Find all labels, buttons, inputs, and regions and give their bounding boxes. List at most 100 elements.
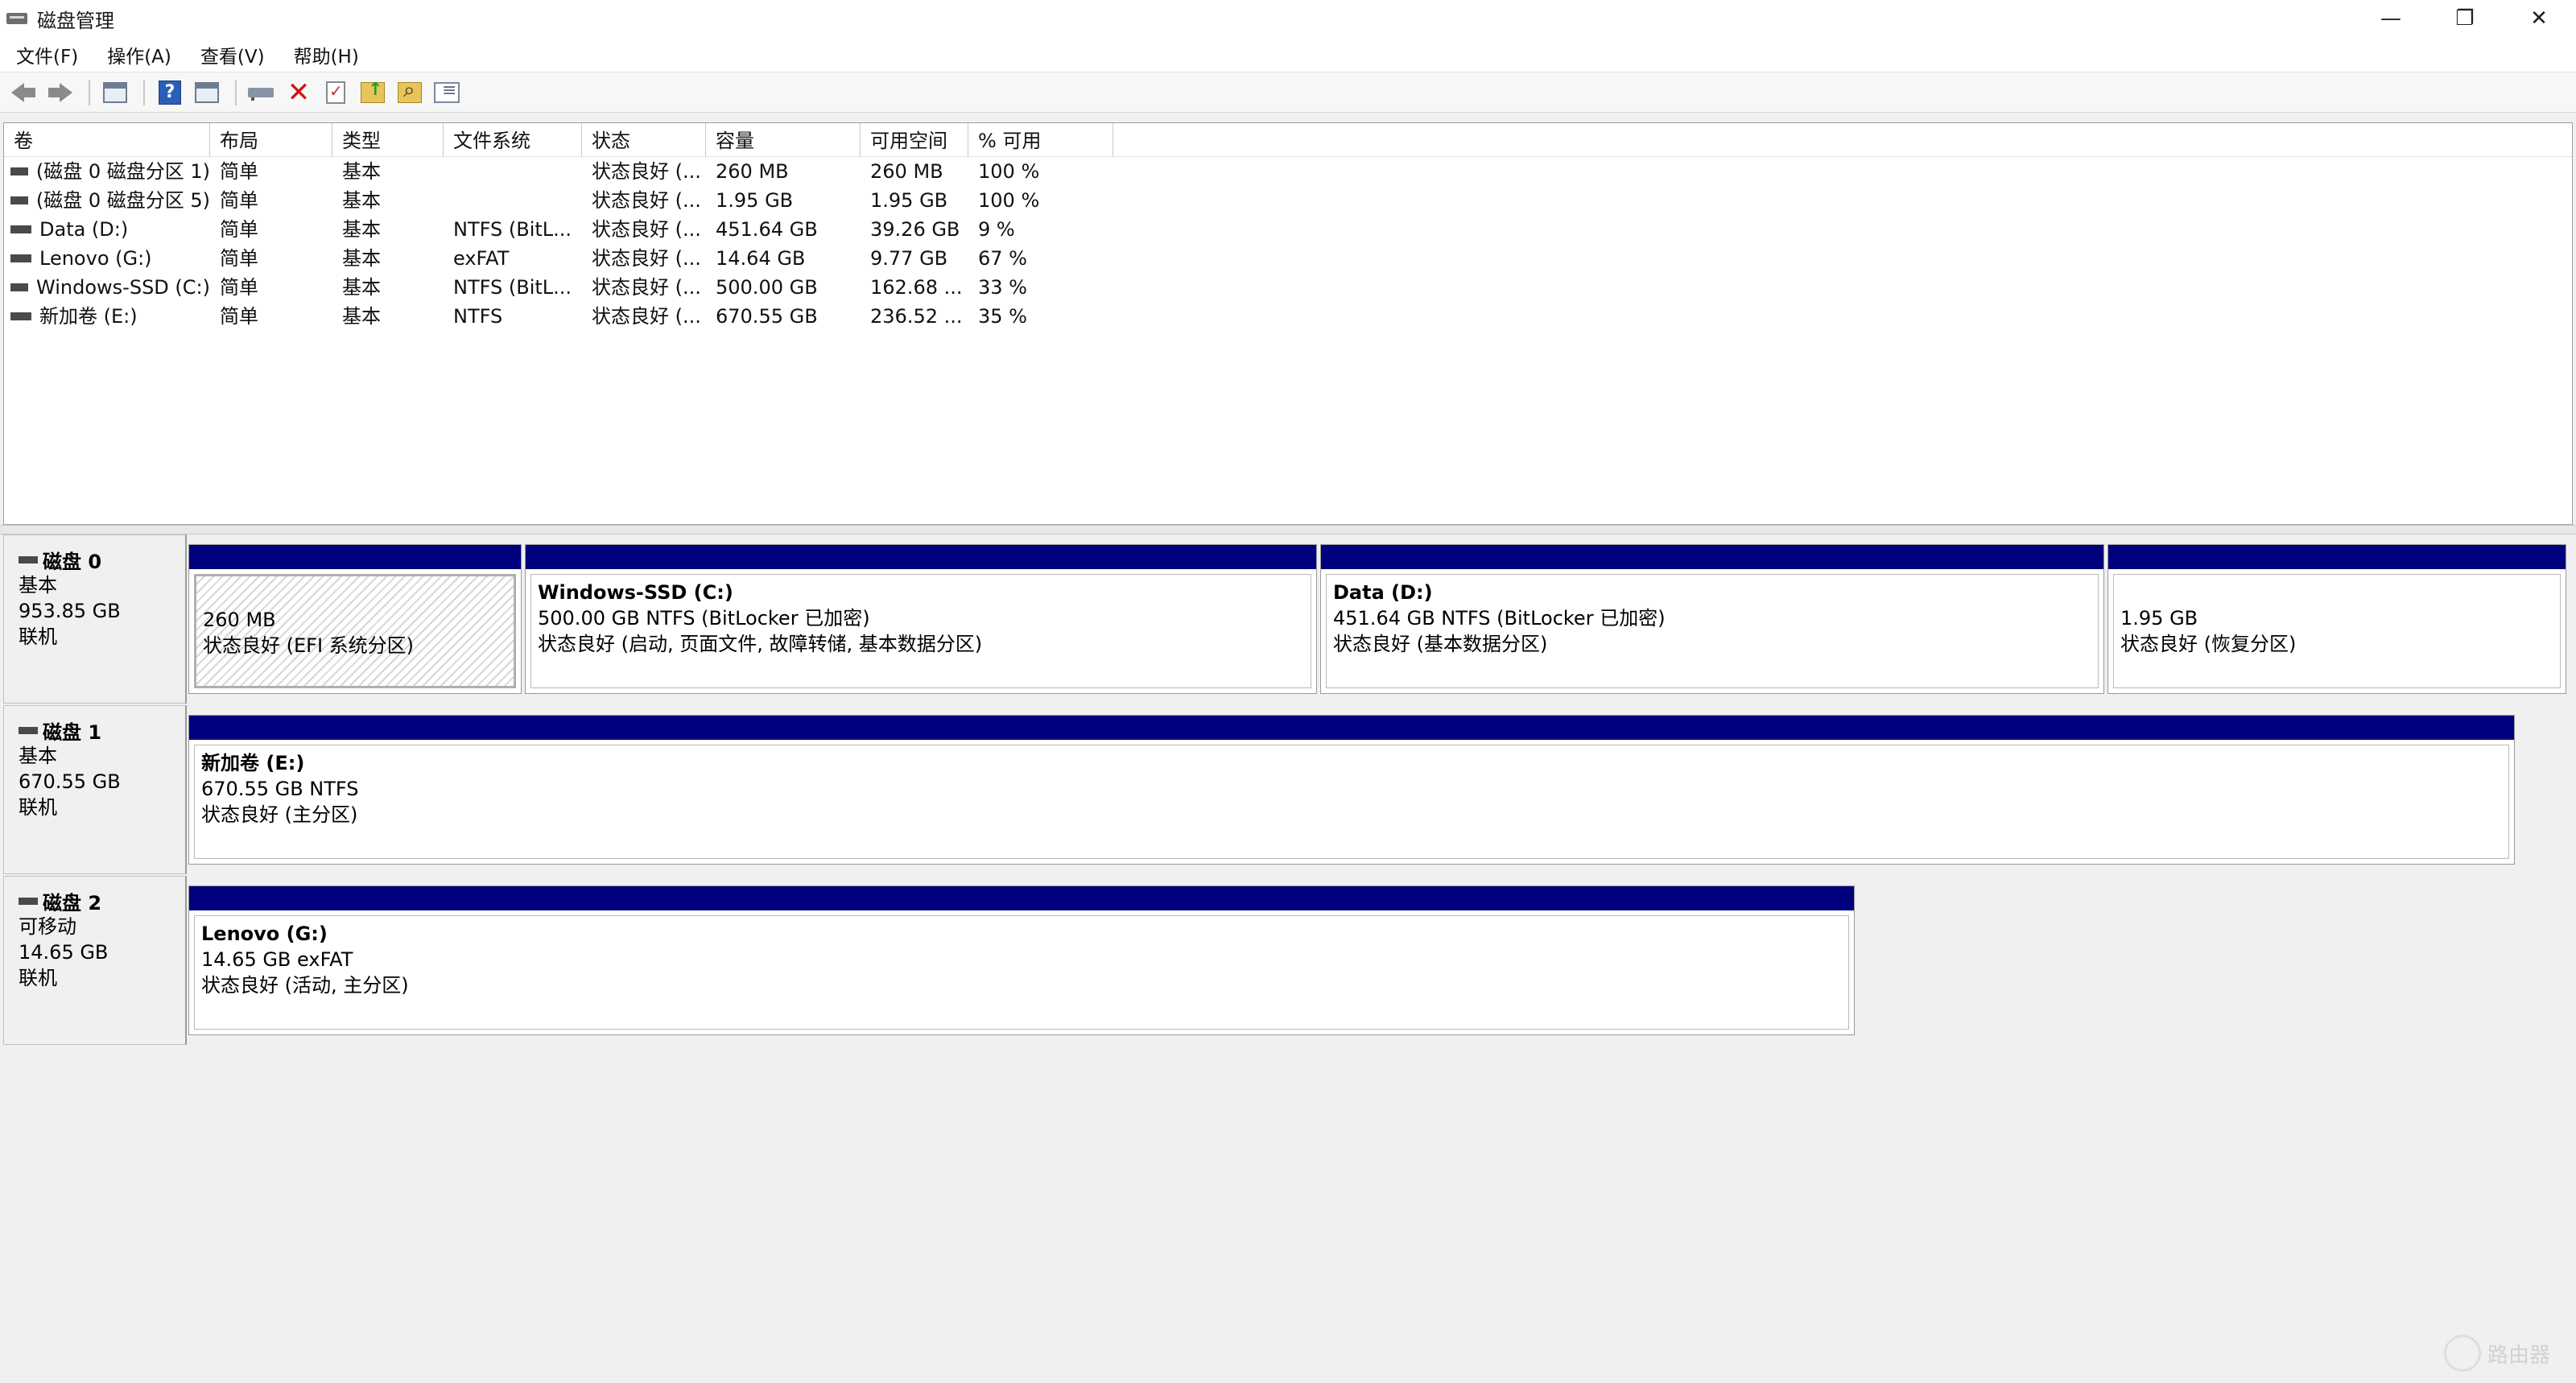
- help-button[interactable]: ?: [153, 76, 187, 109]
- cell-type: 基本: [342, 276, 381, 299]
- cell-type: 基本: [342, 305, 381, 328]
- check-button[interactable]: [319, 76, 353, 109]
- cell-volume: (磁盘 0 磁盘分区 1): [4, 157, 210, 186]
- partition-title: 新加卷 (E:): [201, 752, 305, 774]
- cell-free-space: 9.77 GB: [870, 247, 948, 270]
- partition-recovery[interactable]: 1.95 GB 状态良好 (恢复分区): [2107, 544, 2566, 694]
- column-header-status[interactable]: 状态: [582, 123, 706, 157]
- cell-capacity: 670.55 GB: [716, 305, 818, 328]
- cell-percent-free: 9 %: [978, 218, 1015, 241]
- partition-status: 状态良好 (启动, 页面文件, 故障转储, 基本数据分区): [538, 633, 983, 655]
- back-button[interactable]: [6, 76, 40, 109]
- pane-splitter[interactable]: [0, 525, 2576, 535]
- close-button[interactable]: ✕: [2502, 0, 2576, 37]
- menu-help[interactable]: 帮助(H): [278, 41, 372, 68]
- partition-status: 状态良好 (基本数据分区): [1333, 633, 1548, 655]
- partition-size: 1.95 GB: [2120, 607, 2198, 630]
- cell-percent-free: 67 %: [978, 247, 1027, 270]
- table-row[interactable]: (磁盘 0 磁盘分区 1) 简单 基本 状态良好 (... 260 MB 260…: [4, 157, 2572, 186]
- disk-name-text: 磁盘 0: [43, 550, 102, 573]
- column-header-free-space[interactable]: 可用空间: [861, 123, 968, 157]
- partition-lenovo[interactable]: Lenovo (G:) 14.65 GB exFAT 状态良好 (活动, 主分区…: [188, 886, 1855, 1035]
- partition-title: [2120, 580, 2560, 605]
- partition-windows-ssd[interactable]: Windows-SSD (C:) 500.00 GB NTFS (BitLock…: [525, 544, 1317, 694]
- cell-free-space: 260 MB: [870, 160, 943, 183]
- cell-status: 状态良好 (...: [592, 189, 701, 212]
- cell-percent-free: 33 %: [978, 276, 1027, 299]
- cell-free-space: 236.52 ...: [870, 305, 963, 328]
- column-header-percent-free[interactable]: % 可用: [968, 123, 1113, 157]
- menu-file[interactable]: 文件(F): [0, 41, 91, 68]
- disk-type: 基本: [19, 574, 57, 597]
- folder-search-icon: [398, 78, 422, 103]
- restore-button[interactable]: ❐: [2428, 0, 2502, 37]
- partition-efi[interactable]: 260 MB 状态良好 (EFI 系统分区): [188, 544, 522, 694]
- toolbar: ? ✕: [0, 72, 2576, 113]
- cell-type: 基本: [342, 189, 381, 212]
- disk-row-0: 磁盘 0 基本 953.85 GB 联机 260 MB 状态良好 (EFI 系统…: [3, 535, 2573, 704]
- column-header-layout[interactable]: 布局: [210, 123, 332, 157]
- column-header-capacity[interactable]: 容量: [706, 123, 861, 157]
- partition-bar: [189, 545, 521, 569]
- partition-new-volume[interactable]: 新加卷 (E:) 670.55 GB NTFS 状态良好 (主分区): [188, 715, 2515, 865]
- table-row[interactable]: (磁盘 0 磁盘分区 5) 简单 基本 状态良好 (... 1.95 GB 1.…: [4, 186, 2572, 215]
- connect-drive-button[interactable]: [245, 76, 279, 109]
- disk-type: 可移动: [19, 915, 76, 938]
- toolbar-separator: [89, 79, 90, 105]
- cell-capacity: 500.00 GB: [716, 276, 818, 299]
- checklist-icon: [326, 81, 345, 104]
- disk-label[interactable]: 磁盘 2 可移动 14.65 GB 联机: [3, 876, 187, 1045]
- table-row[interactable]: Data (D:) 简单 基本 NTFS (BitL... 状态良好 (... …: [4, 215, 2572, 244]
- cell-free-space: 162.68 ...: [870, 276, 963, 299]
- console-tree-icon: [103, 81, 127, 103]
- partition-status: 状态良好 (主分区): [201, 803, 358, 826]
- back-arrow-icon: [11, 82, 35, 102]
- disk-label[interactable]: 磁盘 0 基本 953.85 GB 联机: [3, 535, 187, 704]
- disk-label[interactable]: 磁盘 1 基本 670.55 GB 联机: [3, 705, 187, 874]
- partition-strip: Lenovo (G:) 14.65 GB exFAT 状态良好 (活动, 主分区…: [188, 886, 1863, 1047]
- disk-name: 磁盘 1: [19, 717, 185, 744]
- cell-type: 基本: [342, 160, 381, 183]
- cell-filesystem: NTFS (BitL...: [453, 218, 572, 241]
- cell-filesystem: NTFS (BitL...: [453, 276, 572, 299]
- volume-name: 新加卷 (E:): [39, 305, 138, 328]
- partition-body: 1.95 GB 状态良好 (恢复分区): [2113, 574, 2561, 688]
- table-row[interactable]: Windows-SSD (C:) 简单 基本 NTFS (BitL... 状态良…: [4, 273, 2572, 302]
- console-tree-button[interactable]: [98, 76, 132, 109]
- watermark: 路由器: [2443, 1335, 2550, 1372]
- delete-button[interactable]: ✕: [282, 76, 316, 109]
- partition-strip: 新加卷 (E:) 670.55 GB NTFS 状态良好 (主分区): [188, 715, 2523, 876]
- column-header-volume[interactable]: 卷: [4, 123, 210, 157]
- disk-status: 联机: [19, 796, 57, 819]
- table-row[interactable]: 新加卷 (E:) 简单 基本 NTFS 状态良好 (... 670.55 GB …: [4, 302, 2572, 331]
- drive-icon: [248, 85, 275, 101]
- menu-view[interactable]: 查看(V): [184, 41, 278, 68]
- disk-icon: [19, 726, 38, 734]
- properties-button[interactable]: [430, 76, 464, 109]
- partition-title: [203, 581, 514, 607]
- partition-size: 500.00 GB NTFS (BitLocker 已加密): [538, 607, 870, 630]
- cell-volume: Lenovo (G:): [4, 244, 210, 273]
- explore-button[interactable]: [393, 76, 427, 109]
- volume-name: Windows-SSD (C:): [36, 276, 210, 299]
- column-header-type[interactable]: 类型: [332, 123, 444, 157]
- forward-button[interactable]: [43, 76, 77, 109]
- folder-up-icon: [361, 80, 385, 103]
- table-row[interactable]: Lenovo (G:) 简单 基本 exFAT 状态良好 (... 14.64 …: [4, 244, 2572, 273]
- disk-icon: [19, 897, 38, 905]
- partition-bar: [526, 545, 1316, 569]
- partition-body: Windows-SSD (C:) 500.00 GB NTFS (BitLock…: [530, 574, 1311, 688]
- disk-size: 670.55 GB: [19, 770, 121, 793]
- forward-arrow-icon: [48, 82, 72, 102]
- partition-data[interactable]: Data (D:) 451.64 GB NTFS (BitLocker 已加密)…: [1320, 544, 2104, 694]
- disk-size: 14.65 GB: [19, 941, 109, 964]
- column-header-filesystem[interactable]: 文件系统: [444, 123, 582, 157]
- partition-strip: 260 MB 状态良好 (EFI 系统分区) Windows-SSD (C:) …: [188, 544, 2573, 705]
- cell-filesystem: NTFS: [453, 305, 503, 328]
- disk-type: 基本: [19, 745, 57, 767]
- properties-icon: [434, 81, 460, 103]
- minimize-button[interactable]: —: [2354, 0, 2428, 37]
- menu-action[interactable]: 操作(A): [91, 41, 184, 68]
- action-pane-button[interactable]: [190, 76, 224, 109]
- open-folder-button[interactable]: [356, 76, 390, 109]
